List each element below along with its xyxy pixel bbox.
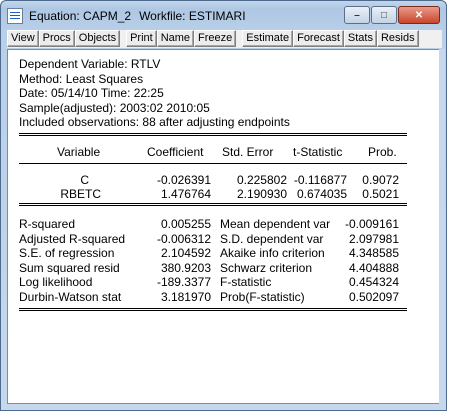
equation-title: Equation: CAPM_2 — [29, 9, 132, 23]
stat-value: 4.404888 — [348, 260, 399, 275]
stat-label: Akaike info criterion — [220, 246, 325, 260]
stat-label: Durbin-Watson stat — [19, 289, 122, 304]
stat-label: S.E. of regression — [19, 246, 115, 260]
stat-label: Log likelihood — [19, 275, 93, 289]
table-row-coefficient: 1.476764 — [160, 187, 211, 201]
divider-top — [19, 133, 407, 136]
resids-button[interactable]: Resids — [376, 30, 419, 47]
toolbar: View Procs Objects Print Name Freeze Est… — [7, 30, 442, 48]
stat-label: Sum squared resid — [19, 260, 120, 275]
column-header-variable: Variable — [57, 145, 101, 159]
table-row-coefficient: -0.026391 — [156, 173, 211, 187]
table-row-variable: C — [80, 173, 89, 187]
stat-label: R-squared — [19, 217, 76, 231]
table-row-variable: RBETC — [60, 187, 101, 201]
toolbar-group-view: View Procs Objects — [7, 30, 121, 48]
table-row-std-error: 0.225802 — [236, 173, 287, 187]
name-button[interactable]: Name — [156, 30, 195, 47]
maximize-button[interactable]: □ — [371, 6, 397, 24]
maximize-icon: □ — [380, 9, 388, 21]
equation-window-icon[interactable] — [7, 8, 23, 24]
stat-label: S.D. dependent var — [220, 231, 324, 246]
table-row-t-statistic: 0.674035 — [296, 187, 347, 201]
estimation-output[interactable]: Dependent Variable: RTLV Method: Least S… — [7, 49, 440, 404]
toolbar-group-estimate: Estimate Forecast Stats Resids — [242, 30, 419, 48]
method: Method: Least Squares — [19, 71, 144, 86]
title-bar[interactable]: Equation: CAPM_2 Workfile: ESTIMARI – □ ✕ — [5, 5, 442, 27]
stat-value: 2.097981 — [348, 231, 399, 246]
stat-value: 380.9203 — [160, 260, 211, 275]
stat-label: Prob(F-statistic) — [220, 289, 305, 304]
stats-button[interactable]: Stats — [343, 30, 377, 47]
divider-middle — [19, 203, 407, 206]
stat-value: -0.006312 — [156, 231, 211, 246]
divider-header — [19, 163, 407, 164]
estimate-button[interactable]: Estimate — [242, 30, 294, 47]
table-row-t-statistic: -0.116877 — [293, 173, 347, 187]
included-observations: Included observations: 88 after adjustin… — [19, 115, 290, 129]
stat-value: -189.3377 — [156, 275, 211, 289]
minimize-button[interactable]: – — [344, 6, 370, 24]
stat-value: 0.005255 — [160, 217, 211, 231]
table-row-prob: 0.5021 — [362, 187, 399, 201]
sample: Sample(adjusted): 2003:02 2010:05 — [19, 100, 210, 115]
stat-value: 0.454324 — [348, 275, 399, 289]
view-button[interactable]: View — [7, 30, 39, 47]
close-icon: ✕ — [414, 9, 424, 21]
table-row-prob: 0.9072 — [362, 173, 399, 187]
output-header: Dependent Variable: RTLV Method: Least S… — [19, 57, 290, 130]
stat-label: Schwarz criterion — [220, 260, 313, 275]
close-button[interactable]: ✕ — [398, 6, 440, 24]
stat-value: 4.348585 — [348, 246, 399, 260]
divider-bottom — [19, 308, 407, 311]
equation-window: Equation: CAPM_2 Workfile: ESTIMARI – □ ✕… — [0, 0, 447, 411]
date-time: Date: 05/14/10 Time: 22:25 — [19, 86, 164, 100]
stat-value: -0.009161 — [344, 217, 399, 231]
column-header-coefficient: Coefficient — [147, 145, 204, 159]
workfile-title: Workfile: ESTIMARI — [139, 9, 246, 23]
column-header-std-error: Std. Error — [222, 145, 274, 159]
column-header-t-statistic: t-Statistic — [293, 145, 343, 159]
column-header-prob: Prob. — [368, 145, 397, 159]
procs-button[interactable]: Procs — [38, 30, 75, 47]
freeze-button[interactable]: Freeze — [194, 30, 237, 47]
print-button[interactable]: Print — [126, 30, 157, 47]
window-title: Equation: CAPM_2 Workfile: ESTIMARI — [29, 9, 246, 23]
stat-label: Adjusted R-squared — [19, 231, 126, 246]
stat-label: F-statistic — [220, 275, 272, 289]
stat-label: Mean dependent var — [220, 217, 331, 231]
stat-value: 0.502097 — [348, 289, 399, 304]
stat-value: 2.104592 — [160, 246, 211, 260]
minimize-icon: – — [354, 9, 360, 21]
forecast-button[interactable]: Forecast — [293, 30, 344, 47]
objects-button[interactable]: Objects — [74, 30, 121, 47]
stat-value: 3.181970 — [160, 289, 211, 304]
table-row-std-error: 2.190930 — [236, 187, 287, 201]
toolbar-group-print: Print Name Freeze — [126, 30, 237, 48]
window-right-border — [439, 49, 445, 404]
dependent-variable: Dependent Variable: RTLV — [19, 57, 161, 71]
